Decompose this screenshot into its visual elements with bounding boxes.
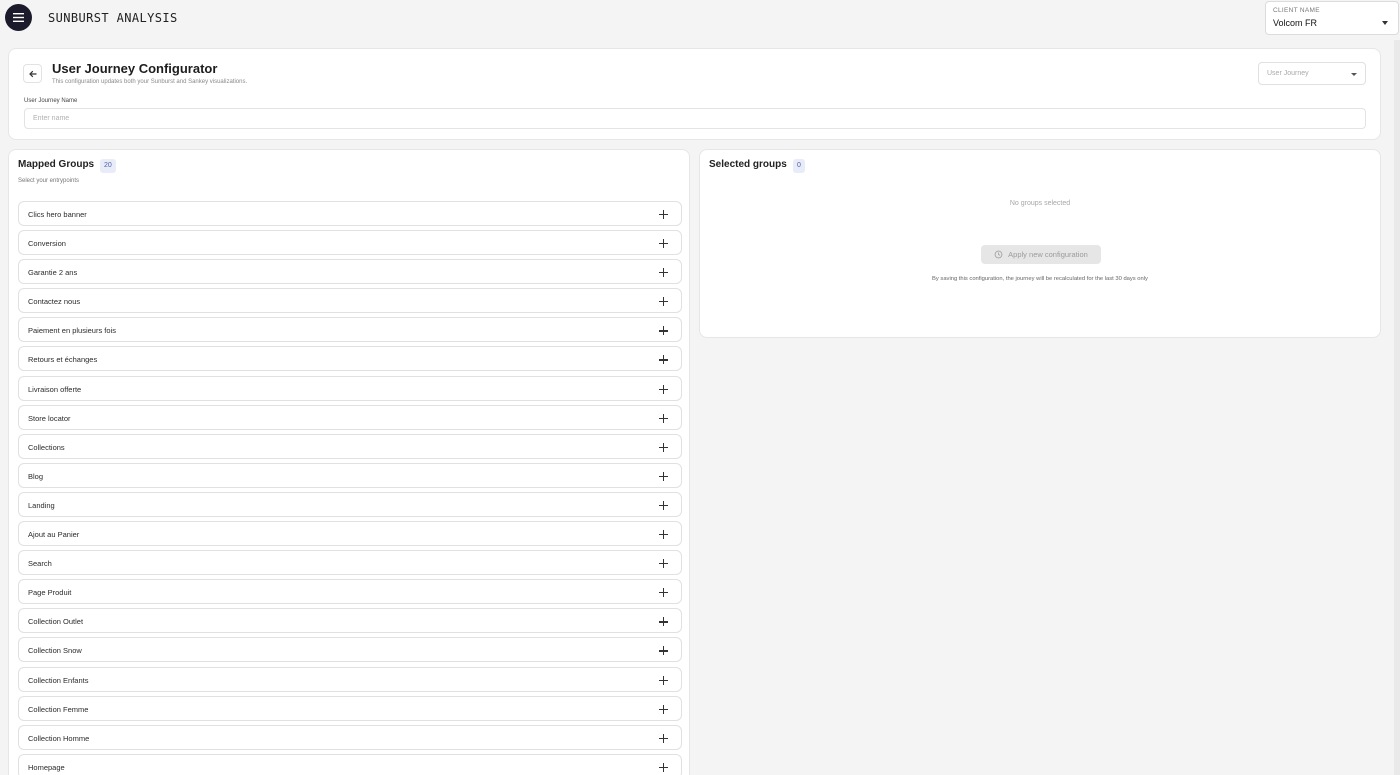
plus-icon[interactable]: [659, 704, 668, 714]
caret-down-icon: [1351, 73, 1357, 76]
group-list-item[interactable]: Collection Homme: [18, 724, 682, 750]
group-list-item[interactable]: Page Produit: [18, 579, 682, 605]
group-list-item[interactable]: Collection Femme: [18, 695, 682, 721]
selected-groups-count-badge: 0: [793, 159, 805, 173]
page-subtitle: This configuration updates both your Sun…: [52, 79, 248, 85]
menu-button[interactable]: [5, 4, 32, 31]
plus-icon[interactable]: [659, 297, 668, 307]
group-list-item[interactable]: Landing: [18, 491, 682, 517]
group-list-item[interactable]: Collection Snow: [18, 637, 682, 663]
plus-icon[interactable]: [659, 646, 668, 656]
mapped-groups-count-badge: 20: [100, 159, 116, 173]
apply-configuration-button[interactable]: Apply new configuration: [981, 245, 1101, 264]
page-scrollbar[interactable]: [1394, 40, 1400, 775]
menu-icon: [13, 13, 24, 22]
recalculation-note: By saving this configuration, the journe…: [932, 276, 1148, 282]
group-name: Garantie 2 ans: [28, 268, 78, 278]
group-name: Page Produit: [28, 588, 72, 598]
plus-icon[interactable]: [659, 239, 668, 249]
selected-groups-title: Selected groups: [709, 159, 787, 170]
group-list-item[interactable]: Retours et échanges: [18, 346, 682, 372]
group-name: Store locator: [28, 413, 71, 423]
user-journey-select[interactable]: User Journey: [1258, 62, 1366, 85]
group-name: Paiement en plusieurs fois: [28, 326, 116, 336]
plus-icon[interactable]: [659, 326, 668, 336]
group-name: Livraison offerte: [28, 384, 82, 394]
plus-icon[interactable]: [659, 413, 668, 423]
plus-icon[interactable]: [659, 268, 668, 278]
group-list-item[interactable]: Livraison offerte: [18, 375, 682, 401]
group-name: Collection Outlet: [28, 617, 84, 627]
group-name: Collection Snow: [28, 646, 82, 656]
group-name: Blog: [28, 471, 44, 481]
mapped-groups-subtitle: Select your entrypoints: [18, 178, 80, 184]
app-title: SUNBURST ANALYSIS: [48, 11, 178, 25]
plus-icon[interactable]: [659, 617, 668, 627]
group-name: Collections: [28, 442, 65, 452]
mapped-groups-list: Clics hero banner Conversion Garantie 2 an…: [18, 201, 682, 775]
plus-icon[interactable]: [659, 442, 668, 452]
client-name-select[interactable]: CLIENT NAME Volcom FR: [1265, 1, 1399, 35]
group-name: Collection Enfants: [28, 675, 89, 685]
group-list-item[interactable]: Search: [18, 550, 682, 576]
group-list-item[interactable]: Collection Outlet: [18, 608, 682, 634]
plus-icon[interactable]: [659, 559, 668, 569]
plus-icon[interactable]: [659, 384, 668, 394]
plus-icon[interactable]: [659, 762, 668, 772]
history-icon: [994, 250, 1003, 259]
group-list-item[interactable]: Collections: [18, 433, 682, 459]
plus-icon[interactable]: [659, 588, 668, 598]
plus-icon[interactable]: [659, 733, 668, 743]
group-name: Search: [28, 559, 52, 569]
group-list-item[interactable]: Conversion: [18, 230, 682, 256]
group-list-item[interactable]: Store locator: [18, 404, 682, 430]
plus-icon[interactable]: [659, 500, 668, 510]
group-list-item[interactable]: Clics hero banner: [18, 201, 682, 226]
caret-down-icon: [1382, 21, 1388, 25]
plus-icon[interactable]: [659, 355, 668, 365]
plus-icon[interactable]: [659, 675, 668, 685]
group-list-item[interactable]: Collection Enfants: [18, 666, 682, 692]
selected-groups-card: Selected groups 0 No groups selected App…: [699, 149, 1381, 338]
group-name: Homepage: [28, 762, 65, 772]
group-name: Contactez nous: [28, 297, 81, 307]
arrow-left-icon: [28, 70, 36, 77]
empty-state-text: No groups selected: [1009, 200, 1071, 207]
group-name: Retours et échanges: [28, 355, 98, 365]
journey-name-label: User Journey Name: [24, 98, 78, 104]
group-name: Collection Femme: [28, 704, 89, 714]
group-name: Landing: [28, 500, 55, 510]
group-name: Collection Homme: [28, 733, 90, 743]
plus-icon[interactable]: [659, 471, 668, 481]
back-button[interactable]: [23, 64, 42, 83]
group-list-item[interactable]: Homepage: [18, 753, 682, 775]
group-list-item[interactable]: Contactez nous: [18, 288, 682, 314]
user-journey-placeholder: User Journey: [1267, 70, 1309, 77]
plus-icon[interactable]: [659, 210, 668, 219]
plus-icon[interactable]: [659, 530, 668, 540]
group-name: Conversion: [28, 239, 66, 249]
page-title: User Journey Configurator: [52, 61, 218, 76]
group-name: Ajout au Panier: [28, 530, 80, 540]
mapped-groups-title: Mapped Groups: [18, 159, 95, 170]
configurator-card: User Journey Configurator This configura…: [8, 48, 1381, 140]
apply-configuration-label: Apply new configuration: [1008, 250, 1088, 259]
group-list-item[interactable]: Garantie 2 ans: [18, 259, 682, 285]
group-list-item[interactable]: Blog: [18, 462, 682, 488]
mapped-groups-card: Mapped Groups 20 Select your entrypoints…: [8, 149, 690, 775]
group-name: Clics hero banner: [28, 210, 87, 219]
client-name-label: CLIENT NAME: [1273, 7, 1320, 14]
client-name-value: Volcom FR: [1273, 18, 1318, 28]
journey-name-input[interactable]: [24, 108, 1366, 129]
group-list-item[interactable]: Paiement en plusieurs fois: [18, 317, 682, 343]
group-list-item[interactable]: Ajout au Panier: [18, 521, 682, 547]
